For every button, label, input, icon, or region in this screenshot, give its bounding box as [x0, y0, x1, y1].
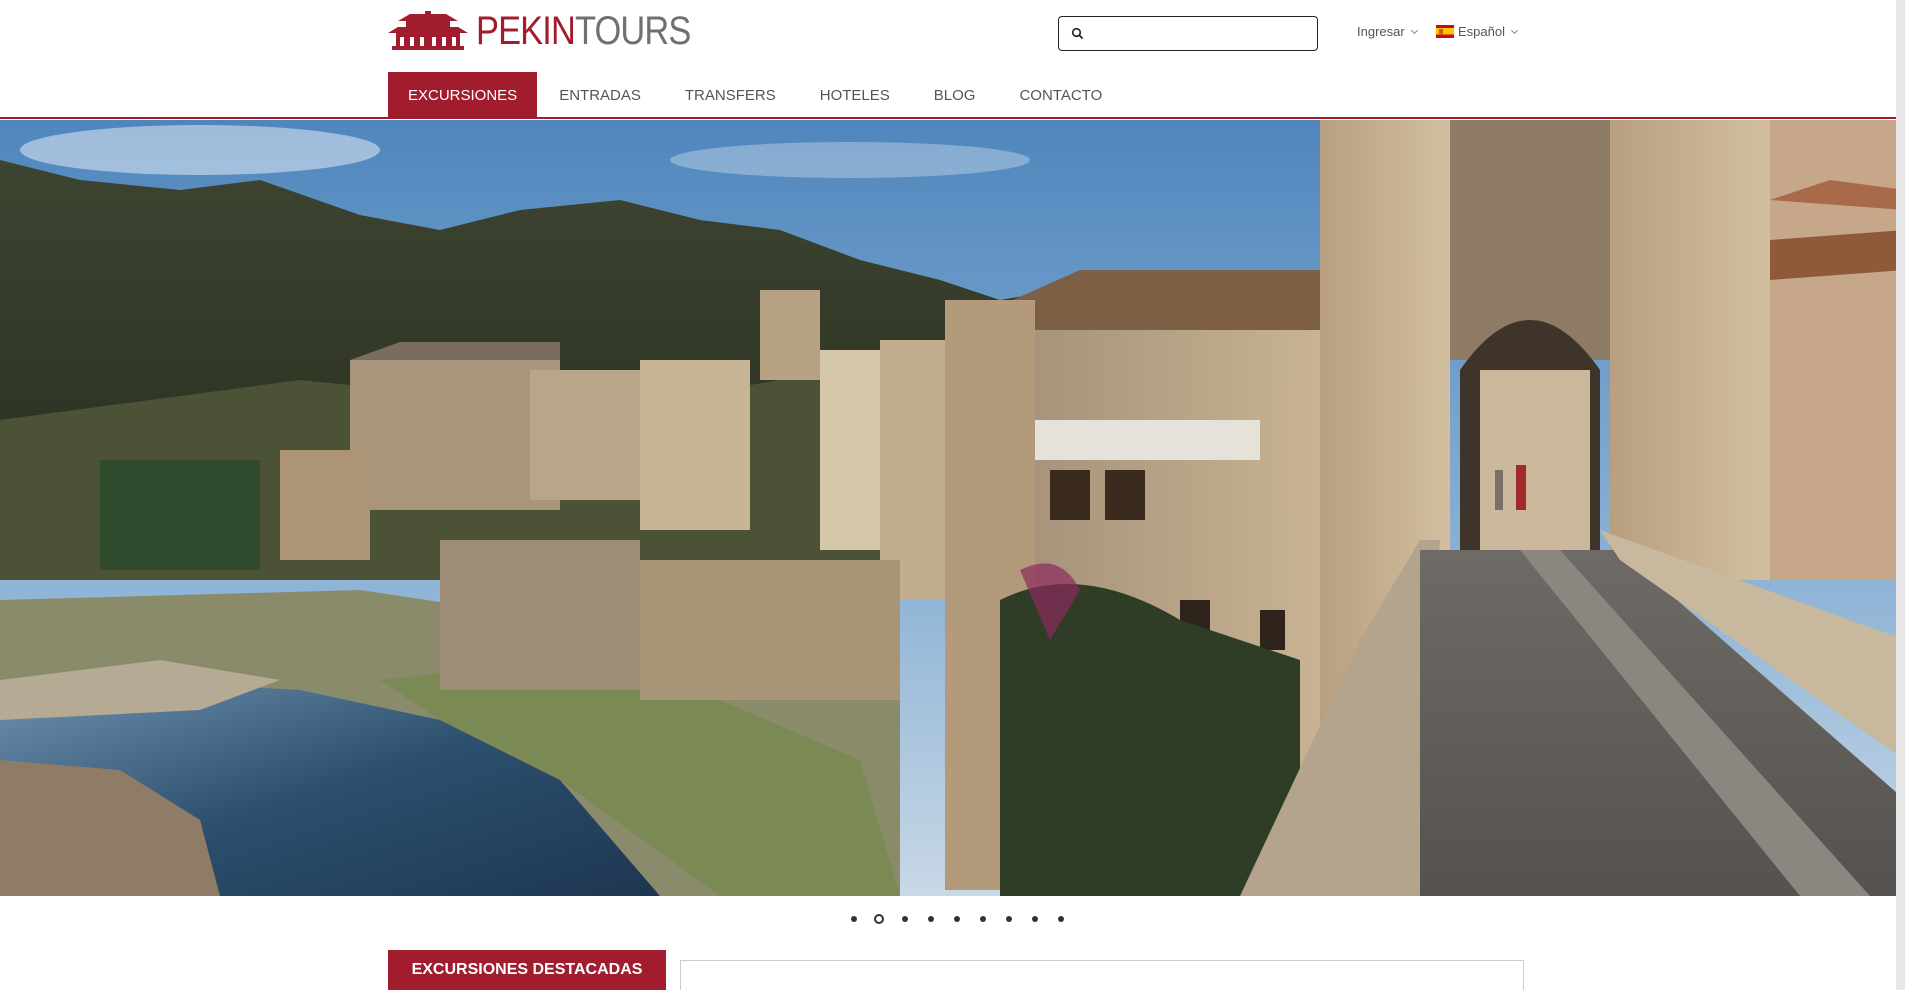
- nav-item-contacto[interactable]: CONTACTO: [997, 72, 1124, 119]
- language-dropdown[interactable]: Español: [1436, 24, 1519, 39]
- chevron-down-icon: [1410, 26, 1418, 34]
- slider-dot-active[interactable]: [874, 914, 884, 924]
- nav-item-entradas[interactable]: ENTRADAS: [537, 72, 663, 119]
- brand-logo[interactable]: PEKINTOURS: [388, 10, 725, 52]
- hero-slider-image[interactable]: [0, 120, 1905, 896]
- chevron-down-icon: [1510, 26, 1519, 34]
- slider-dot[interactable]: [851, 916, 857, 922]
- pagoda-logo-icon: [388, 11, 468, 50]
- brand-name-part2: TOURS: [574, 9, 691, 53]
- slider-dot[interactable]: [980, 916, 986, 922]
- scrollbar[interactable]: [1896, 0, 1905, 990]
- slider-pagination: [0, 914, 1905, 926]
- search-icon[interactable]: [1071, 27, 1085, 41]
- search-box[interactable]: [1058, 16, 1318, 51]
- search-input[interactable]: [1093, 21, 1308, 46]
- medieval-village-photo: [0, 120, 1905, 896]
- login-label: Ingresar: [1357, 24, 1405, 39]
- brand-name: PEKINTOURS: [476, 9, 691, 53]
- slider-dot[interactable]: [902, 916, 908, 922]
- language-label: Español: [1458, 24, 1505, 39]
- nav-item-excursiones[interactable]: EXCURSIONES: [388, 72, 538, 119]
- login-dropdown[interactable]: Ingresar: [1357, 24, 1418, 39]
- brand-name-part1: PEKIN: [476, 9, 576, 53]
- main-nav: EXCURSIONES ENTRADAS TRANSFERS HOTELES B…: [388, 72, 1124, 119]
- slider-dot[interactable]: [1006, 916, 1012, 922]
- slider-dot[interactable]: [1032, 916, 1038, 922]
- slider-dot[interactable]: [928, 916, 934, 922]
- featured-tours-panel: [680, 960, 1524, 990]
- slider-dot[interactable]: [954, 916, 960, 922]
- featured-tours-tab[interactable]: EXCURSIONES DESTACADAS: [388, 950, 666, 990]
- spain-flag-icon: [1436, 25, 1454, 38]
- site-header: PEKINTOURS Ingresar Español EXCURSIONES …: [0, 0, 1905, 119]
- slider-dot[interactable]: [1058, 916, 1064, 922]
- nav-item-hoteles[interactable]: HOTELES: [798, 72, 912, 119]
- nav-item-transfers[interactable]: TRANSFERS: [663, 72, 798, 119]
- nav-item-blog[interactable]: BLOG: [912, 72, 998, 119]
- featured-tours-label: EXCURSIONES DESTACADAS: [411, 961, 643, 978]
